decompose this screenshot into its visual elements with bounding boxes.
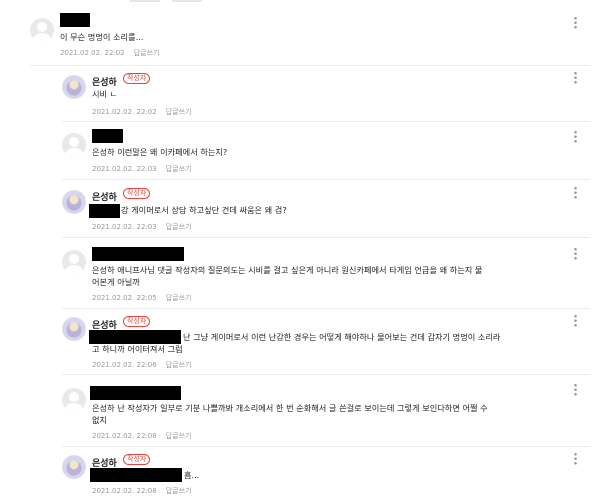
default-avatar-icon[interactable] [62,250,86,274]
comment-meta: 2021.02.02. 22:06 답글쓰기 [92,360,191,370]
divider [30,65,590,66]
comment-date: 2021.02.02. 22:02 [60,49,125,57]
more-options-icon[interactable] [574,16,577,29]
more-options-icon[interactable] [574,71,577,84]
top-edge-fragment [130,0,160,2]
comment-text-line: 없지 [92,415,108,425]
reply-button[interactable]: 답글쓰기 [166,487,192,495]
reply-button[interactable]: 답글쓰기 [166,108,192,116]
redacted-nickname [60,13,90,27]
author-avatar-icon[interactable] [62,317,86,341]
divider [62,446,590,447]
comment-date: 2021.02.02. 22:02 [92,108,157,116]
reply-button[interactable]: 답글쓰기 [166,432,192,440]
comment-text: 강 게이머로서 상담 하고싶단 건데 싸움은 왜 검? [121,205,287,215]
author-avatar-icon[interactable] [62,190,86,214]
author-badge: 작성자 [123,73,151,84]
author-avatar-icon[interactable] [62,455,86,479]
default-avatar-icon[interactable] [62,388,86,412]
redacted-mention [89,204,120,218]
more-options-icon[interactable] [574,247,577,260]
comment-text: 은성하 이런말은 왜 이카페에서 하는지? [92,147,228,157]
author-badge: 작성자 [123,454,151,465]
comment-date: 2021.02.02. 22:06 [92,361,157,369]
top-edge-fragment [172,0,202,2]
more-options-icon[interactable] [574,130,577,143]
comment-meta: 2021.02.02. 22:02 답글쓰기 [60,48,159,58]
redacted-mention [89,330,181,344]
more-options-icon[interactable] [574,314,577,327]
comment-text-line: 고 하니까 어이터져서 그럼 [92,344,183,354]
redacted-mention [90,468,182,482]
comment-text: 은성하 애니프사님 댓글 작성자의 질문의도는 시비를 걸고 싶은게 아니라 원… [92,265,483,275]
comment-text: 이 무슨 멍멍이 소리를... [60,32,144,42]
comment-text: 흠... [184,470,200,480]
divider [62,374,590,375]
divider [62,121,590,122]
comment-meta: 2021.02.02. 22:03 답글쓰기 [92,164,191,174]
reply-button[interactable]: 답글쓰기 [134,49,160,57]
divider [62,179,590,180]
comment-nickname[interactable]: 은성하 [92,190,117,203]
more-options-icon[interactable] [574,383,577,396]
comment-text-line: 어본게 아닐까 [92,277,140,287]
comment-nickname[interactable]: 은성하 [92,75,117,88]
author-badge: 작성자 [123,188,151,199]
author-avatar-icon[interactable] [62,75,86,99]
redacted-nickname [90,386,181,400]
reply-button[interactable]: 답글쓰기 [166,294,192,302]
reply-button[interactable]: 답글쓰기 [166,223,192,231]
comment-date: 2021.02.02. 22:03 [92,223,157,231]
comment-meta: 2021.02.02. 22:08 답글쓰기 [92,431,191,441]
comment-text: 난 그냥 게이머로서 이런 난감한 경우는 어떻게 해야하나 물어보는 건데 갑… [183,332,501,342]
comment-meta: 2021.02.02. 22:08 답글쓰기 [92,486,191,496]
top-edge [0,0,600,6]
more-options-icon[interactable] [574,452,577,465]
comment-meta: 2021.02.02. 22:02 답글쓰기 [92,107,191,117]
comment-meta: 2021.02.02. 22:05 답글쓰기 [92,293,191,303]
comment-date: 2021.02.02. 22:08 [92,432,157,440]
more-options-icon[interactable] [574,186,577,199]
default-avatar-icon[interactable] [62,133,86,157]
redacted-nickname [92,129,123,143]
redacted-nickname [92,247,184,261]
comment-date: 2021.02.02. 22:08 [92,487,157,495]
divider [62,237,590,238]
comment-text: 시비 ㄴ [92,89,118,99]
default-avatar-icon[interactable] [30,18,54,42]
reply-button[interactable]: 답글쓰기 [166,165,192,173]
comment-date: 2021.02.02. 22:03 [92,165,157,173]
author-badge: 작성자 [123,316,151,327]
comment-meta: 2021.02.02. 22:03 답글쓰기 [92,222,191,232]
reply-button[interactable]: 답글쓰기 [166,361,192,369]
comment-date: 2021.02.02. 22:05 [92,294,157,302]
comment-text: 은성하 난 작성자가 일부로 기분 나쁠까봐 개소리에서 한 번 순화해서 글 … [92,403,488,413]
divider [62,308,590,309]
